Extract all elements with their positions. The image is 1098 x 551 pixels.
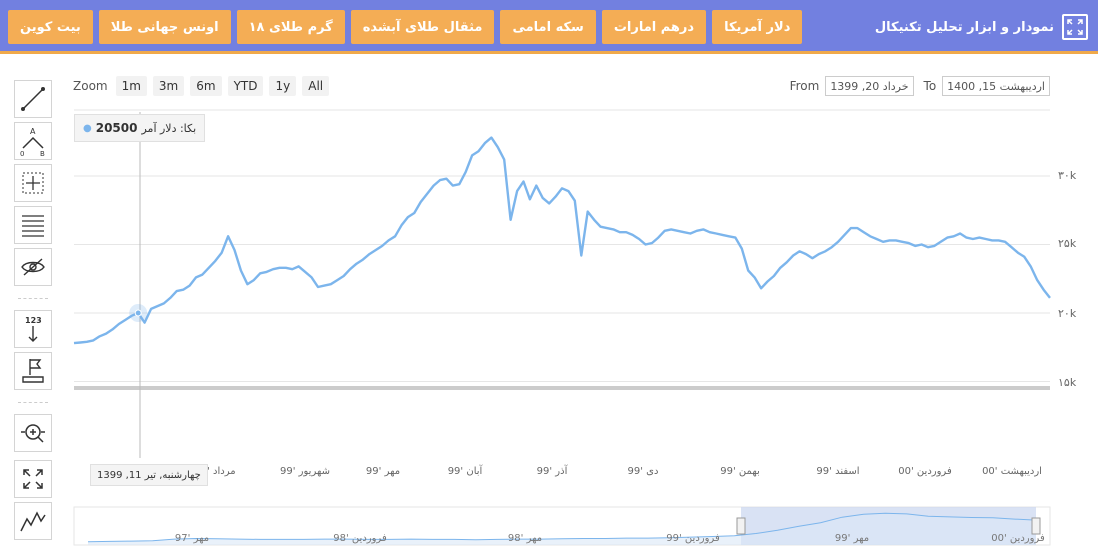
x-tick-aban: آبان '99: [447, 466, 483, 477]
y-tick-20k: ۲۰k: [1058, 307, 1077, 320]
y-tick-30k: ۳۰k: [1058, 169, 1077, 182]
nav-tick-farvardin-98: فروردین '98: [333, 533, 387, 544]
nav-tick-mehr-99: مهر '99: [834, 533, 870, 544]
tooltip-value: 20500: [95, 121, 138, 135]
y-tick-15k: ۱۵k: [1058, 376, 1077, 389]
crosshair-date-label: چهارشنبه, تیر 11, 1399: [90, 464, 208, 486]
series-line-usd[interactable]: [73, 136, 1051, 345]
x-tick-azar: آذر '99: [536, 466, 568, 477]
x-tick-farvardin: فروردین '00: [898, 466, 952, 477]
nav-tick-mehr-98: مهر '98: [507, 533, 543, 544]
nav-tick-mehr-97: مهر '97: [174, 533, 210, 544]
series-tooltip: ● 20500 بکا: دلار آمر: [74, 114, 206, 142]
navigator-left-handle[interactable]: [736, 517, 746, 535]
tooltip-series-name: بکا: دلار آمر: [141, 121, 197, 135]
x-tick-dey: دی '99: [627, 466, 659, 477]
x-tick-mehr: مهر '99: [365, 466, 401, 477]
nav-tick-farvardin-99: فروردین '99: [666, 533, 720, 544]
x-tick-shahrivar: شهریور '99: [280, 466, 330, 477]
tooltip-series-dot: ●: [83, 122, 92, 134]
x-tick-bahman: بهمن '99: [720, 466, 760, 477]
chart-grid: [74, 109, 1050, 382]
navigator-panel: [73, 506, 1051, 546]
x-tick-esfand: اسفند '99: [816, 466, 860, 477]
x-tick-ordibehesht: اردیبهشت '00: [982, 466, 1042, 477]
navigator-right-handle[interactable]: [1031, 517, 1041, 535]
hover-point: [134, 309, 142, 317]
nav-tick-farvardin-00: فروردین '00: [991, 533, 1045, 544]
y-tick-25k: ۲۵k: [1058, 237, 1077, 250]
